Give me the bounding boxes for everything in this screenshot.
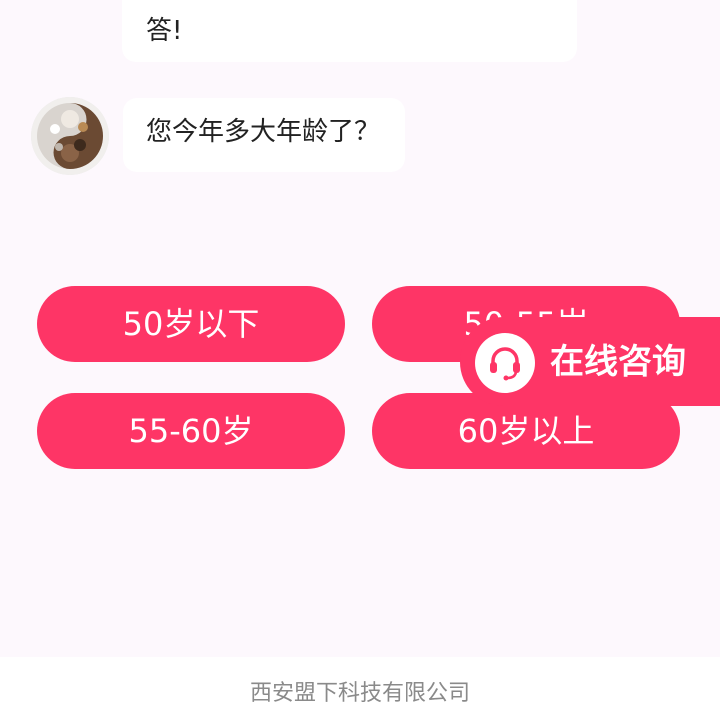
online-consult-label: 在线咨询 — [550, 342, 686, 382]
question-bubble: 您今年多大年龄了？ — [123, 98, 405, 172]
avatar — [31, 97, 109, 175]
option-55-60-button[interactable]: 55-60岁 — [37, 393, 345, 469]
footer: 西安盟下科技有限公司 — [0, 657, 720, 720]
previous-message-bubble: 答! — [122, 0, 577, 62]
previous-message-text: 答! — [146, 16, 183, 46]
online-consult-button[interactable]: 在线咨询 — [460, 317, 720, 406]
headset-icon — [475, 333, 535, 393]
company-name: 西安盟下科技有限公司 — [249, 681, 470, 706]
avatar-yin-yang-icon — [31, 97, 109, 175]
option-under-50-button[interactable]: 50岁以下 — [37, 286, 345, 362]
question-text: 您今年多大年龄了？ — [146, 117, 381, 147]
